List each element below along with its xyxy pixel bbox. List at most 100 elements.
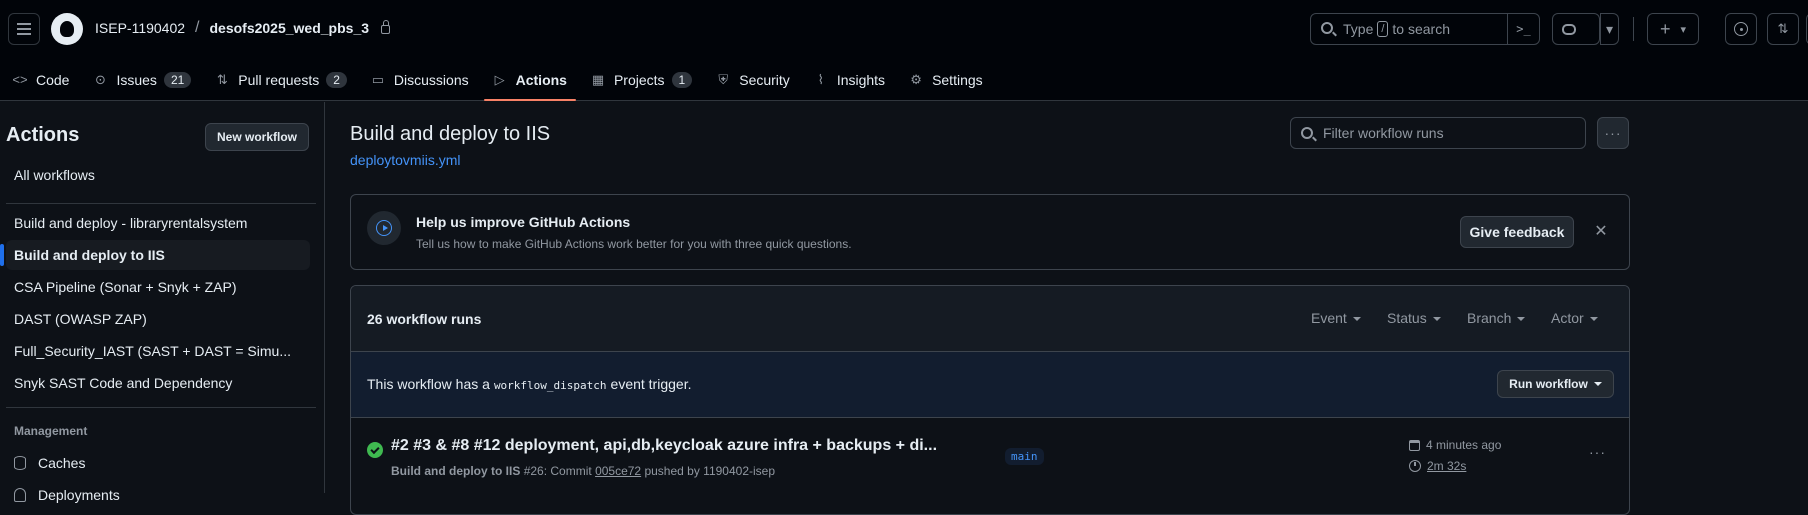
- stopwatch-icon: [1409, 460, 1421, 472]
- counter-badge: 1: [671, 71, 693, 88]
- toolbar-divider: [1633, 17, 1634, 41]
- breadcrumb-owner[interactable]: ISEP-1190402: [95, 20, 185, 36]
- kebab-horizontal-icon: ···: [1604, 125, 1622, 141]
- new-workflow-button[interactable]: New workflow: [205, 123, 309, 151]
- menu-button[interactable]: [8, 13, 40, 45]
- tab-code[interactable]: <> Code: [12, 58, 78, 101]
- commit-link[interactable]: 005ce72: [595, 464, 641, 478]
- filter-status[interactable]: Status: [1387, 310, 1441, 326]
- tab-security[interactable]: ⛨ Security: [715, 58, 799, 101]
- banner-subtitle: Tell us how to make GitHub Actions work …: [416, 237, 852, 251]
- counter-badge: 2: [326, 71, 347, 88]
- filter-event[interactable]: Event: [1311, 310, 1361, 326]
- search-shortcut-key: /: [1377, 21, 1389, 37]
- tab-label: Projects: [613, 71, 665, 88]
- sidebar-workflow-item[interactable]: Snyk SAST Code and Dependency: [6, 368, 310, 398]
- rocket-icon: [14, 488, 26, 502]
- table-icon: ▦: [591, 71, 605, 87]
- close-icon[interactable]: ✕: [1591, 221, 1611, 241]
- chevron-down-icon: [1432, 317, 1441, 322]
- sidebar-title: Actions: [6, 124, 80, 146]
- dispatch-code: workflow_dispatch: [493, 379, 607, 392]
- chevron-down-icon: [1593, 382, 1602, 386]
- sidebar-divider: [6, 407, 316, 408]
- search-prefix: Type: [1343, 21, 1374, 37]
- run-subtitle: Build and deploy to IIS #26: Commit 005c…: [391, 464, 775, 478]
- calendar-icon: [1409, 439, 1420, 451]
- search-suffix: to search: [1392, 21, 1451, 37]
- tab-insights[interactable]: ⌇ Insights: [813, 58, 894, 101]
- sidebar-item-label: Deployments: [38, 487, 120, 503]
- github-logo-icon[interactable]: [51, 13, 83, 45]
- create-new-button[interactable]: + ▾: [1647, 13, 1699, 45]
- breadcrumb-repo[interactable]: desofs2025_wed_pbs_3: [209, 20, 369, 36]
- workflow-run-row[interactable]: #2 #3 & #8 #12 deployment, api,db,keyclo…: [351, 418, 1629, 488]
- dispatch-text-before: This workflow has a: [367, 376, 490, 392]
- sidebar-workflow-item[interactable]: DAST (OWASP ZAP): [6, 304, 310, 334]
- hamburger-icon: [17, 28, 31, 30]
- banner-title: Help us improve GitHub Actions: [416, 214, 631, 230]
- workflow-options-button[interactable]: ···: [1597, 117, 1629, 149]
- sidebar-workflow-item-selected[interactable]: Build and deploy to IIS: [0, 240, 310, 270]
- tab-projects[interactable]: ▦ Projects 1: [590, 58, 701, 101]
- run-workflow-name: Build and deploy to IIS: [391, 464, 521, 478]
- sidebar-item-label: Caches: [38, 455, 86, 471]
- tab-discussions[interactable]: ▭ Discussions: [370, 58, 478, 101]
- sidebar-workflow-item[interactable]: CSA Pipeline (Sonar + Snyk + ZAP): [6, 272, 310, 302]
- tab-pull-requests[interactable]: ⇅ Pull requests 2: [214, 58, 356, 101]
- tab-label: Actions: [515, 71, 567, 88]
- tab-label: Insights: [836, 71, 886, 88]
- git-pull-request-icon: ⇅: [1777, 21, 1789, 36]
- breadcrumb-separator: /: [195, 19, 200, 36]
- tab-actions[interactable]: ▷ Actions: [483, 58, 577, 101]
- lock-icon: [381, 19, 391, 34]
- filter-label: Actor: [1551, 310, 1584, 326]
- dispatch-text-after: event trigger.: [610, 376, 692, 392]
- give-feedback-button[interactable]: Give feedback: [1460, 216, 1574, 248]
- workflow-file-link[interactable]: deploytovmiis.yml: [350, 152, 460, 168]
- breadcrumb: ISEP-1190402 / desofs2025_wed_pbs_3: [95, 19, 391, 37]
- run-workflow-label: Run workflow: [1509, 377, 1588, 391]
- run-number: #26: Commit: [523, 464, 592, 478]
- check-circle-icon: [367, 442, 383, 458]
- search-input[interactable]: Type / to search >_: [1310, 13, 1540, 45]
- filter-label: Status: [1387, 310, 1427, 326]
- copilot-menu-button[interactable]: ▾: [1601, 13, 1619, 45]
- issues-button[interactable]: [1725, 13, 1757, 45]
- filter-runs-input[interactable]: Filter workflow runs: [1290, 117, 1586, 149]
- tab-label: Pull requests: [238, 71, 320, 88]
- filter-actor[interactable]: Actor: [1551, 310, 1598, 326]
- play-circle-icon: [367, 211, 401, 245]
- sidebar-item-deployments[interactable]: Deployments: [6, 480, 310, 510]
- sidebar-item-caches[interactable]: Caches: [6, 448, 310, 478]
- duration-text: 2m 32s: [1427, 459, 1467, 473]
- shield-icon: ⛨: [718, 71, 729, 87]
- pull-requests-button[interactable]: ⇅: [1767, 13, 1799, 45]
- command-palette-icon[interactable]: >_: [1507, 14, 1539, 44]
- discussion-icon: ▭: [371, 71, 385, 87]
- tab-label: Issues: [116, 71, 157, 88]
- sidebar-divider: [6, 203, 316, 204]
- sidebar-workflow-item[interactable]: Build and deploy - libraryrentalsystem: [6, 208, 310, 238]
- chevron-down-icon: [1517, 317, 1526, 322]
- filter-branch[interactable]: Branch: [1467, 310, 1526, 326]
- filter-label: Event: [1311, 310, 1347, 326]
- run-workflow-button[interactable]: Run workflow: [1497, 370, 1614, 398]
- chevron-down-icon: [1352, 317, 1361, 322]
- run-title[interactable]: #2 #3 & #8 #12 deployment, api,db,keyclo…: [391, 437, 937, 455]
- chevron-down-icon: ▾: [1605, 20, 1614, 37]
- sidebar-item-all-workflows[interactable]: All workflows: [6, 160, 310, 190]
- kebab-horizontal-icon: ···: [1589, 444, 1606, 460]
- sidebar-workflow-item[interactable]: Full_Security_IAST (SAST + DAST = Simu..…: [6, 336, 310, 366]
- branch-label[interactable]: main: [1005, 448, 1044, 465]
- top-bar: ISEP-1190402 / desofs2025_wed_pbs_3 Type…: [0, 0, 1808, 58]
- database-icon: [14, 456, 26, 470]
- copilot-icon: [1562, 23, 1576, 35]
- counter-badge: 21: [163, 71, 192, 88]
- tab-issues[interactable]: ⊙ Issues 21: [92, 58, 200, 101]
- dispatch-text: This workflow has a workflow_dispatch even…: [367, 376, 691, 392]
- tab-settings[interactable]: ⚙ Settings: [908, 58, 992, 101]
- copilot-button[interactable]: [1552, 13, 1600, 45]
- code-icon: <>: [12, 72, 28, 87]
- run-options-button[interactable]: ···: [1589, 444, 1606, 460]
